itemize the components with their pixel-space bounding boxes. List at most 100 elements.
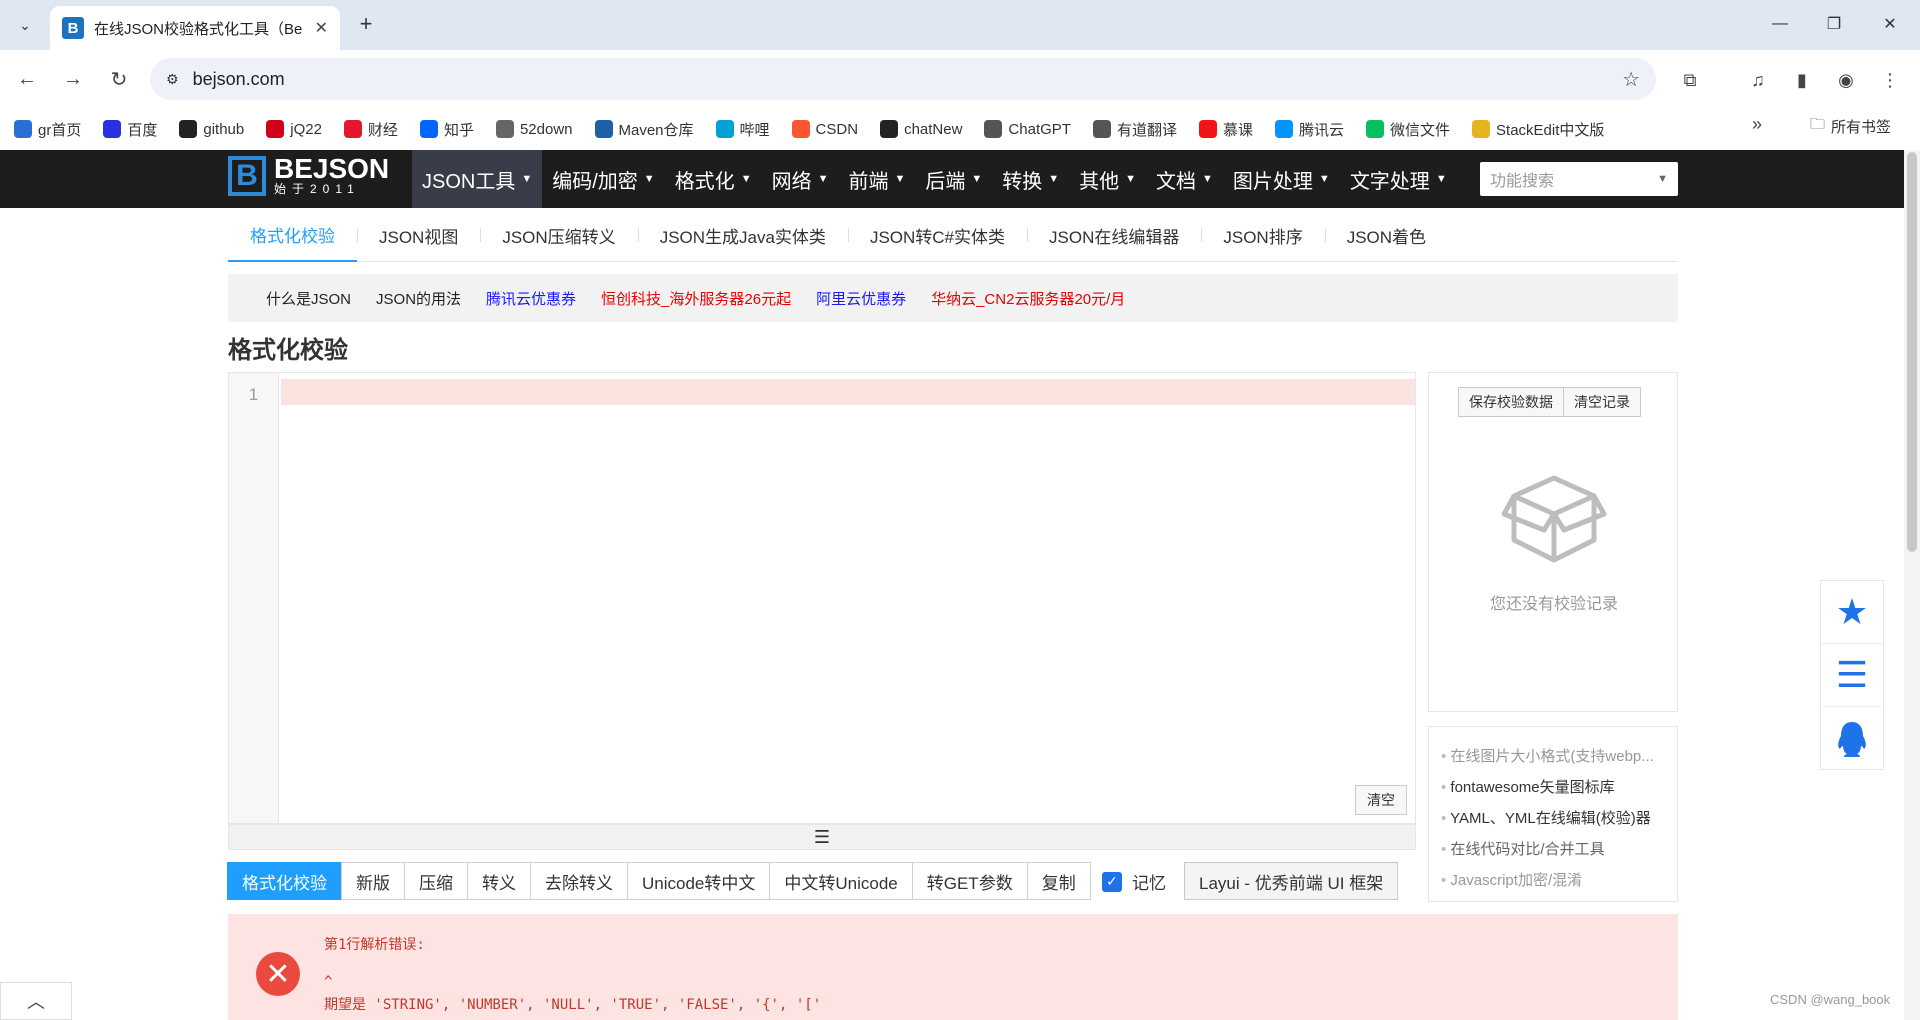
bookmark-item[interactable]: 腾讯云 [1274,119,1344,140]
action-button[interactable]: 格式化校验 [227,862,342,900]
subtab[interactable]: 格式化校验 [228,208,357,262]
favorite-star-icon[interactable]: ★ [1821,581,1883,644]
bookmark-label: Maven仓库 [618,121,694,139]
bookmark-item[interactable]: 知乎 [419,119,474,140]
related-tool-link[interactable]: fontawesome矢量图标库 [1441,772,1671,803]
extensions-puzzle-icon[interactable]: ⧉ [1676,66,1704,94]
bookmark-favicon-icon [419,120,438,138]
dropdown-caret-icon: ▼ [894,173,906,185]
bookmark-item[interactable]: 有道翻译 [1092,119,1177,140]
bookmark-item[interactable]: 微信文件 [1366,119,1450,140]
profile-avatar-icon[interactable]: ◉ [1832,66,1860,94]
action-button[interactable]: Unicode转中文 [627,862,771,900]
function-search-select[interactable]: 功能搜索 ▼ [1480,162,1678,196]
promo-link[interactable]: 腾讯云优惠券 [486,288,576,309]
bookmark-item[interactable]: Maven仓库 [594,119,694,140]
forward-arrow-icon[interactable]: → [58,64,88,94]
browser-tab-active[interactable]: B 在线JSON校验格式化工具（Be ✕ [50,6,340,50]
checkbox-checked-icon[interactable]: ✓ [1102,871,1122,892]
restore-window-icon[interactable]: ❐ [1814,8,1854,40]
main-nav-item[interactable]: 图片处理 ▼ [1223,150,1340,208]
new-tab-plus-icon[interactable]: + [352,10,380,38]
bookmark-item[interactable]: 百度 [103,119,157,140]
bejson-logo[interactable]: B BEJSON 始于2011 [228,155,389,196]
bookmark-item[interactable]: 52down [495,120,573,138]
collapse-chevron-up-icon[interactable]: ︿ [0,982,72,1020]
action-button[interactable]: 复制 [1026,862,1091,900]
bookmark-item[interactable]: 财经 [343,119,398,140]
close-window-icon[interactable]: ✕ [1870,8,1910,40]
main-nav-label: 前端 [848,170,889,193]
action-button[interactable]: 压缩 [404,862,468,900]
subtab[interactable]: JSON生成Java实体类 [637,208,848,262]
action-button[interactable]: 新版 [341,862,405,900]
bookmark-item[interactable]: gr首页 [14,119,81,140]
bookmark-item[interactable]: github [179,120,244,138]
bookmark-item[interactable]: StackEdit中文版 [1472,119,1604,140]
media-control-icon[interactable]: ♫ [1744,66,1772,94]
subtab[interactable]: JSON着色 [1324,208,1448,262]
remember-checkbox[interactable]: ✓ 记忆 [1102,869,1166,894]
editor-resize-handle[interactable]: ☰ [228,824,1416,850]
related-tool-link[interactable]: Javascript加密/混淆 [1441,865,1671,896]
main-nav-item[interactable]: 文字处理 ▼ [1340,150,1457,208]
promo-link[interactable]: 阿里云优惠券 [816,288,906,309]
url-text[interactable]: bejson.com [193,69,285,90]
main-nav-item[interactable]: 网络 ▼ [762,150,839,208]
tab-close-icon[interactable]: ✕ [315,18,328,38]
clear-history-button[interactable]: 清空记录 [1563,388,1640,416]
bookmark-item[interactable]: chatNew [880,120,962,138]
main-nav-item[interactable]: 格式化 ▼ [665,150,762,208]
bookmark-item[interactable]: 慕课 [1198,119,1253,140]
subtab[interactable]: JSON视图 [357,208,480,262]
bookmark-item[interactable]: 哔哩 [715,119,770,140]
subtab[interactable]: JSON转C#实体类 [847,208,1027,262]
action-button[interactable]: 中文转Unicode [769,862,913,900]
editor-clear-button[interactable]: 清空 [1355,785,1407,815]
side-panel-icon[interactable]: ▮ [1788,66,1816,94]
scrollbar-thumb[interactable] [1907,152,1917,552]
promo-link[interactable]: 华纳云_CN2云服务器20元/月 [931,288,1125,309]
back-arrow-icon[interactable]: ← [12,64,42,94]
related-tool-link[interactable]: YAML、YML在线编辑(校验)器 [1441,803,1671,834]
address-bar[interactable]: ⚙ bejson.com ☆ [150,58,1656,100]
bookmark-item[interactable]: CSDN [791,120,858,138]
promo-link[interactable]: JSON的用法 [376,288,461,309]
error-highlight-line[interactable] [281,379,1415,405]
related-tool-link[interactable]: 在线图片大小格式(支持webp... [1441,741,1671,772]
menu-list-icon[interactable]: ☰ [1821,644,1883,707]
subtab[interactable]: JSON排序 [1201,208,1324,262]
action-button[interactable]: 转义 [467,862,531,900]
all-bookmarks-folder[interactable]: 🗀 所有书签 [1810,114,1891,139]
main-nav-item[interactable]: 其他 ▼ [1069,150,1146,208]
main-nav-item[interactable]: 前端 ▼ [838,150,915,208]
promo-link[interactable]: 恒创科技_海外服务器26元起 [601,288,791,309]
reload-icon[interactable]: ↻ [104,64,134,94]
bookmark-star-icon[interactable]: ☆ [1622,67,1640,92]
action-button-row: 格式化校验 新版 压缩 转义 去除转义 Unicode转中文 中文转Unicode 转GET参… [227,862,1091,902]
bookmark-item[interactable]: ChatGPT [984,120,1071,138]
bookmarks-overflow-chevron-icon[interactable]: » [1752,114,1762,135]
related-tool-link[interactable]: 在线代码对比/合并工具 [1441,834,1671,865]
main-nav-item[interactable]: 编码/加密 ▼ [542,150,664,208]
tab-search-chevron-icon[interactable]: ⌄ [10,10,40,40]
action-button[interactable]: 去除转义 [530,862,628,900]
csdn-watermark: CSDN @wang_book [1770,992,1891,1007]
main-nav-item[interactable]: JSON工具 ▼ [412,150,543,208]
site-info-tune-icon[interactable]: ⚙ [166,71,179,88]
save-validation-data-button[interactable]: 保存校验数据 [1459,388,1563,416]
layui-promo-button[interactable]: Layui - 优秀前端 UI 框架 [1184,862,1399,900]
qq-penguin-icon[interactable] [1821,707,1883,770]
action-button[interactable]: 转GET参数 [911,862,1028,900]
bookmark-favicon-icon [14,120,32,138]
minimize-window-icon[interactable]: — [1760,8,1800,40]
main-nav-item[interactable]: 后端 ▼ [915,150,992,208]
main-nav-item[interactable]: 转换 ▼ [992,150,1069,208]
json-editor[interactable]: 1 清空 [228,372,1416,824]
subtab[interactable]: JSON压缩转义 [480,208,637,262]
main-nav-item[interactable]: 文档 ▼ [1146,150,1223,208]
browser-menu-kebab-icon[interactable]: ⋮ [1876,66,1904,94]
bookmark-item[interactable]: jQ22 [266,120,322,138]
subtab[interactable]: JSON在线编辑器 [1027,208,1201,262]
promo-link[interactable]: 什么是JSON [266,288,351,309]
